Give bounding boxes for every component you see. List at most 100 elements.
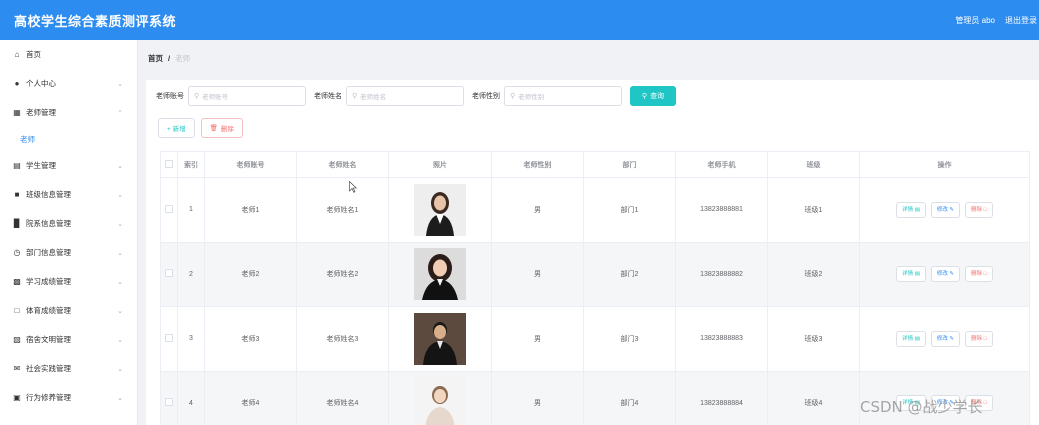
sidebar-item-home[interactable]: ⌂ 首页 xyxy=(0,40,137,69)
watermark: CSDN @战少学长 xyxy=(860,398,983,416)
delete-button[interactable]: 删除 □ xyxy=(964,266,993,283)
delete-button[interactable]: 删除 □ xyxy=(964,330,993,347)
name-search-input[interactable]: ⚲ 老师姓名 xyxy=(346,86,464,106)
edit-button[interactable]: 修改 ✎ xyxy=(930,201,961,218)
sidebar-item-department-info[interactable]: ◷ 部门信息管理 ⌄ xyxy=(0,238,137,267)
document-icon: ▤ xyxy=(914,206,920,213)
select-all-header xyxy=(160,151,178,178)
teacher-photo xyxy=(414,377,466,425)
column-header: 老师手机 xyxy=(675,151,768,178)
chevron-down-icon: ⌄ xyxy=(117,365,123,373)
cell-gender: 男 xyxy=(491,370,584,425)
sidebar-item-teacher-mgmt[interactable]: ▦ 老师管理 ⌃ xyxy=(0,98,137,127)
table-row: 1 老师1 老师姓名1 男 部门1 13823888881 班级1 详情 ▤ 修… xyxy=(160,177,1030,243)
column-header: 索引 xyxy=(177,151,205,178)
sidebar-item-pe-score[interactable]: □ 体育成绩管理 ⌄ xyxy=(0,296,137,325)
detail-button[interactable]: 详情 ▤ xyxy=(896,266,926,283)
bank-icon: ▤ xyxy=(13,161,21,170)
sidebar-item-label: 宿舍文明管理 xyxy=(26,335,71,344)
sidebar-item-label: 老师管理 xyxy=(26,108,56,117)
search-field-name: 老师姓名 ⚲ 老师姓名 xyxy=(314,86,464,106)
sidebar-item-label: 学习成绩管理 xyxy=(26,277,71,286)
pencil-icon: ✎ xyxy=(949,206,955,213)
logout-link[interactable]: 退出登录 xyxy=(1005,15,1037,26)
chevron-down-icon: ⌄ xyxy=(117,220,123,228)
action-bar: + 新增 🗑 删除 xyxy=(158,118,249,138)
cell-name: 老师姓名1 xyxy=(296,177,389,243)
pencil-icon: ✎ xyxy=(949,335,955,342)
add-button[interactable]: + 新增 xyxy=(158,118,195,138)
cell-class: 班级1 xyxy=(767,177,860,243)
document-icon: ▤ xyxy=(914,271,920,278)
edit-button[interactable]: 修改 ✎ xyxy=(930,330,961,347)
search-field-account: 老师账号 ⚲ 老师账号 xyxy=(156,86,306,106)
user-label: 管理员 abo xyxy=(955,15,995,25)
column-header: 照片 xyxy=(388,151,492,178)
cell-dept: 部门1 xyxy=(583,177,676,243)
teacher-table: 索引 老师账号 老师姓名 照片 老师性别 部门 老师手机 班级 操作 1 老师1… xyxy=(160,151,1030,425)
sidebar-item-social-practice[interactable]: ✉ 社会实践管理 ⌄ xyxy=(0,354,137,383)
user-icon: ● xyxy=(14,79,20,88)
cell-index: 4 xyxy=(177,370,205,425)
sidebar-item-profile[interactable]: ● 个人中心 ⌄ xyxy=(0,69,137,98)
sidebar-item-student-mgmt[interactable]: ▤ 学生管理 ⌄ xyxy=(0,151,137,180)
cell-dept: 部门2 xyxy=(583,241,676,307)
top-right-area: 管理员 abo 退出登录 xyxy=(945,15,1037,26)
select-all-checkbox[interactable] xyxy=(165,159,173,168)
table-row: 2 老师2 老师姓名2 男 部门2 13823888882 班级2 详情 ▤ 修… xyxy=(160,241,1030,307)
column-header: 老师账号 xyxy=(204,151,297,178)
cell-index: 1 xyxy=(177,177,205,243)
sidebar-item-dept-info[interactable]: ▉ 院系信息管理 ⌄ xyxy=(0,209,137,238)
sidebar-item-dorm[interactable]: ▧ 宿舍文明管理 ⌄ xyxy=(0,325,137,354)
home-icon: ⌂ xyxy=(14,50,20,59)
sidebar-subitem-teacher[interactable]: 老师 xyxy=(0,127,137,151)
breadcrumb-home[interactable]: 首页 xyxy=(148,53,163,64)
chevron-down-icon: ⌄ xyxy=(117,162,123,170)
edit-button[interactable]: 修改 ✎ xyxy=(930,266,961,283)
chevron-down-icon: ⌄ xyxy=(117,80,123,88)
building-icon: ■ xyxy=(14,190,20,199)
sidebar-item-label: 行为修养管理 xyxy=(26,393,71,402)
sidebar-item-study-score[interactable]: ▩ 学习成绩管理 ⌄ xyxy=(0,267,137,296)
chevron-down-icon: ⌄ xyxy=(117,307,123,315)
app-title: 高校学生综合素质测评系统 xyxy=(14,13,177,29)
query-button[interactable]: ⚲ 查询 xyxy=(630,86,676,106)
column-header: 操作 xyxy=(859,151,1030,178)
search-placeholder: 老师性别 xyxy=(518,94,545,101)
sidebar: ⌂ 首页 ● 个人中心 ⌄ ▦ 老师管理 ⌃ 老师 ▤ 学生管理 ⌄ ■ 班级信… xyxy=(0,40,138,425)
teacher-photo xyxy=(414,183,466,236)
account-search-input[interactable]: ⚲ 老师账号 xyxy=(188,86,306,106)
row-checkbox[interactable] xyxy=(165,269,173,278)
sidebar-item-behavior[interactable]: ▣ 行为修养管理 ⌄ xyxy=(0,383,137,412)
chevron-down-icon: ⌄ xyxy=(117,394,123,402)
grid-icon: ▦ xyxy=(13,108,21,117)
column-header: 班级 xyxy=(767,151,860,178)
delete-button[interactable]: 删除 □ xyxy=(964,201,993,218)
batch-delete-button[interactable]: 🗑 删除 xyxy=(200,118,243,138)
detail-button[interactable]: 详情 ▤ xyxy=(896,330,926,347)
gender-search-input[interactable]: ⚲ 老师性别 xyxy=(504,86,622,106)
cell-name: 老师姓名2 xyxy=(296,241,389,307)
sidebar-item-class-info[interactable]: ■ 班级信息管理 ⌄ xyxy=(0,180,137,209)
search-icon: ⚲ xyxy=(510,93,516,100)
barcode-icon: ▧ xyxy=(13,335,21,344)
table-header-row: 索引 老师账号 老师姓名 照片 老师性别 部门 老师手机 班级 操作 xyxy=(160,151,1030,178)
detail-button[interactable]: 详情 ▤ xyxy=(896,201,926,218)
cell-dept: 部门4 xyxy=(583,370,676,425)
cell-account: 老师2 xyxy=(204,241,297,307)
search-placeholder: 老师账号 xyxy=(202,94,229,101)
teacher-photo xyxy=(414,248,466,301)
cell-account: 老师3 xyxy=(204,306,297,372)
main-content: 首页 / 老师 老师账号 ⚲ 老师账号 老师姓名 ⚲ 老师姓名 老师性别 ⚲ 老… xyxy=(138,40,1039,425)
row-checkbox[interactable] xyxy=(165,204,173,213)
row-checkbox[interactable] xyxy=(165,398,173,407)
row-checkbox[interactable] xyxy=(165,333,173,342)
cell-gender: 男 xyxy=(491,241,584,307)
top-bar: 高校学生综合素质测评系统 管理员 abo 退出登录 xyxy=(0,0,1039,40)
cell-phone: 13823888884 xyxy=(675,370,768,425)
cell-name: 老师姓名3 xyxy=(296,306,389,372)
sidebar-item-label: 部门信息管理 xyxy=(26,248,71,257)
ticket-icon: ▣ xyxy=(13,393,21,402)
search-placeholder: 老师姓名 xyxy=(360,94,387,101)
chevron-down-icon: ⌄ xyxy=(117,249,123,257)
